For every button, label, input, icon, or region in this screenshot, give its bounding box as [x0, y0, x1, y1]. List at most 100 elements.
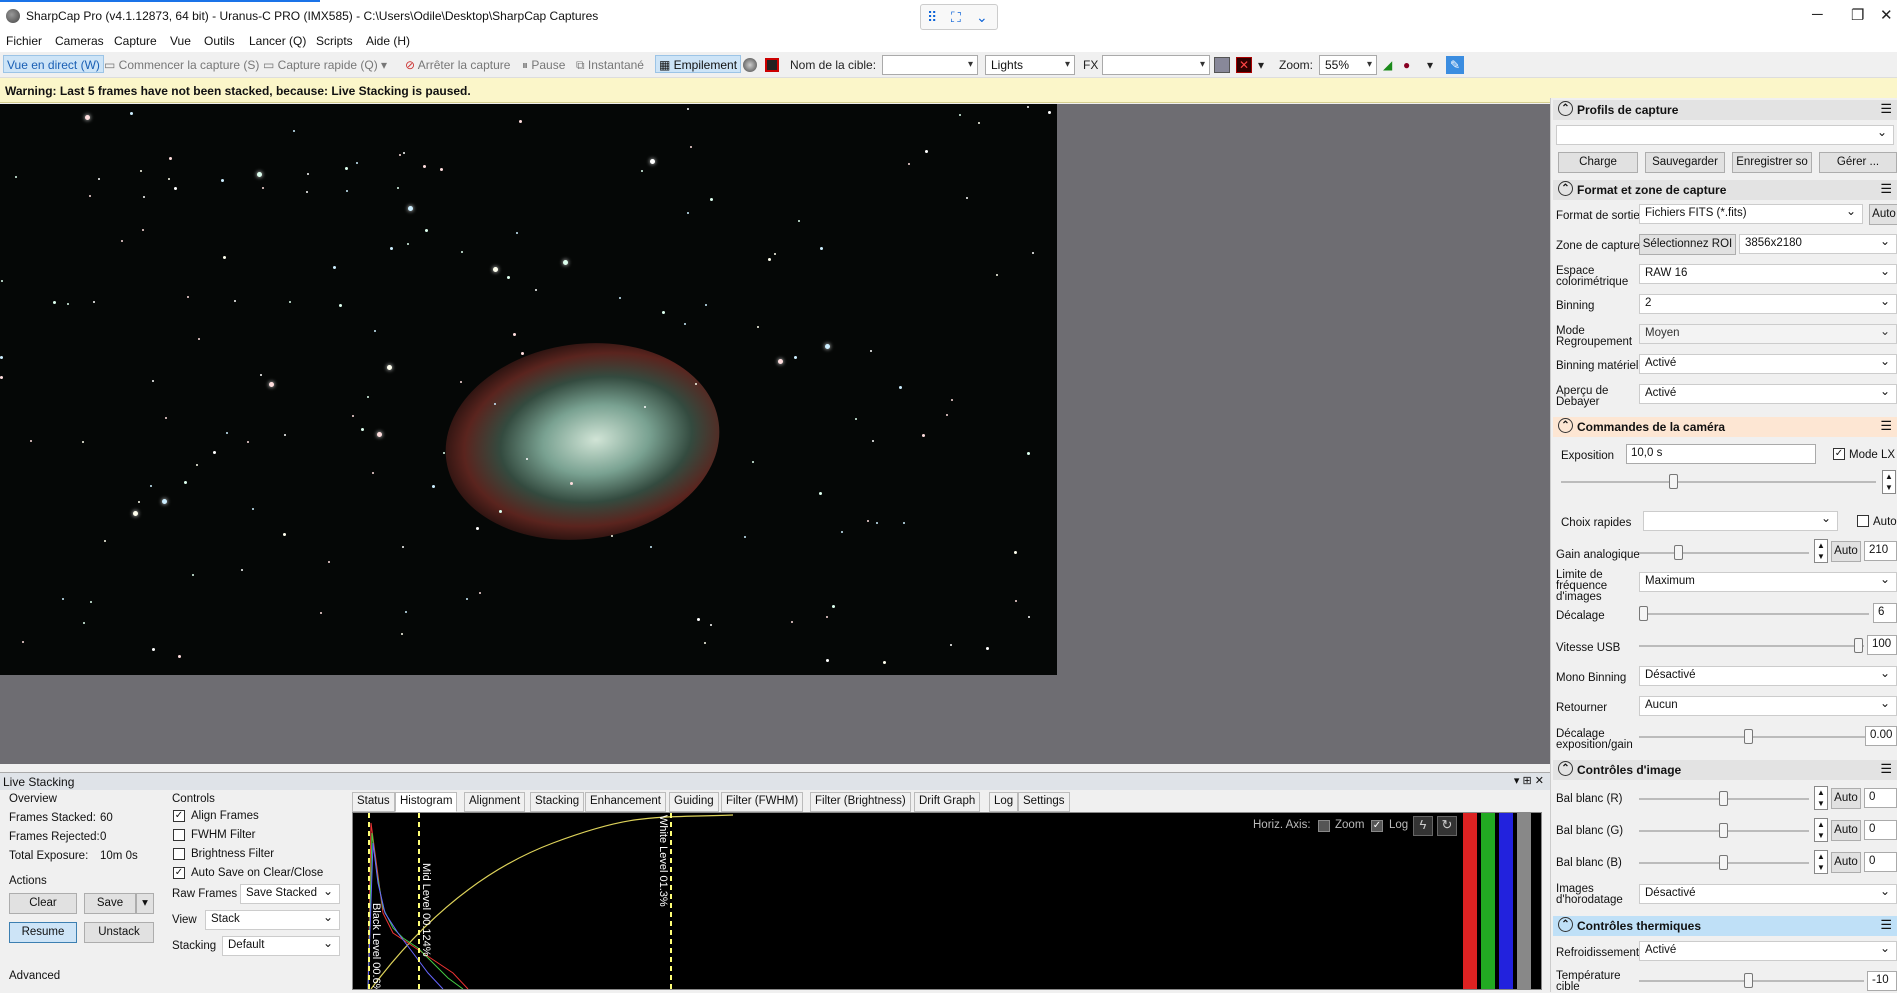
wb-red-value[interactable]: 0	[1864, 788, 1897, 808]
wb-blue-auto-button[interactable]: Auto	[1831, 852, 1861, 873]
quick-auto-checkbox[interactable]	[1857, 515, 1869, 527]
red-indicator-icon[interactable]	[765, 58, 779, 72]
menu-icon[interactable]: ☰	[1880, 761, 1892, 777]
log-checkbox[interactable]: ✓	[1371, 820, 1383, 832]
section-capture-profiles[interactable]: Profils de capture ☰	[1553, 100, 1897, 120]
tab-log[interactable]: Log	[989, 792, 1019, 812]
tab-enhancement[interactable]: Enhancement	[585, 792, 666, 812]
tab-status[interactable]: Status	[352, 792, 395, 812]
tab-guiding[interactable]: Guiding	[669, 792, 719, 812]
tab-settings[interactable]: Settings	[1018, 792, 1070, 812]
autosave-checkbox[interactable]: ✓	[173, 867, 185, 879]
pause-button[interactable]: ⏸ Pause	[522, 56, 565, 74]
cooling-select[interactable]: Activé	[1639, 941, 1897, 961]
manage-button[interactable]: Gérer ...	[1819, 152, 1897, 173]
menu-icon[interactable]: ☰	[1880, 418, 1892, 434]
target-temperature-value[interactable]: -10	[1867, 971, 1897, 991]
fullscreen-icon[interactable]: ⛶	[951, 9, 961, 26]
menu-outils[interactable]: Outils	[204, 34, 235, 48]
histogram-icon[interactable]: ◢	[1383, 56, 1392, 74]
binning-select[interactable]: 2	[1639, 294, 1897, 314]
align-frames-checkbox[interactable]: ✓	[173, 810, 185, 822]
magnifier-icon[interactable]: ●	[1403, 56, 1410, 74]
flip-select[interactable]: Aucun	[1639, 696, 1897, 716]
hardware-binning-select[interactable]: Activé	[1639, 354, 1897, 374]
timestamp-select[interactable]: Désactivé	[1639, 884, 1897, 904]
advanced-toggle[interactable]: Advanced	[9, 970, 60, 982]
exposure-slider-thumb[interactable]	[1669, 474, 1678, 489]
wb-green-auto-button[interactable]: Auto	[1831, 820, 1861, 841]
menu-cameras[interactable]: Cameras	[55, 34, 104, 48]
stop-capture-button[interactable]: ⊘ Arrêter la capture	[405, 56, 510, 74]
view-select[interactable]: Stack	[205, 910, 340, 930]
section-image-controls[interactable]: Contrôles d'image ☰	[1553, 760, 1897, 780]
gain-auto-button[interactable]: Auto	[1831, 541, 1861, 562]
clear-button[interactable]: Clear	[9, 893, 77, 914]
pin-icon[interactable]: ✎	[1446, 56, 1464, 74]
chevron-down-icon[interactable]: ⌄	[976, 9, 988, 26]
tab-stacking[interactable]: Stacking	[530, 792, 585, 812]
save-as-button[interactable]: Enregistrer so	[1732, 152, 1812, 173]
menu-icon[interactable]: ☰	[1880, 101, 1892, 117]
zoom-select[interactable]: 55%	[1319, 55, 1377, 75]
exposure-slider-track[interactable]	[1561, 481, 1876, 483]
histogram-view[interactable]: Black Level 00.6% Mid Level 00.124% Whit…	[352, 812, 1542, 990]
menu-aide[interactable]: Aide (H)	[366, 34, 410, 48]
capture-profile-select[interactable]	[1556, 125, 1894, 145]
output-format-auto-button[interactable]: Auto	[1869, 204, 1897, 225]
live-view-button[interactable]: Vue en direct (W)	[3, 55, 104, 73]
temperature-slider-thumb[interactable]	[1744, 973, 1753, 988]
charge-button[interactable]: Charge	[1558, 152, 1638, 173]
tab-alignment[interactable]: Alignment	[464, 792, 526, 812]
grip-icon[interactable]: ⠿	[927, 9, 937, 26]
green-level-slider[interactable]	[1481, 813, 1495, 989]
exposure-spinner[interactable]: ▲ ▼	[1882, 470, 1896, 494]
snapshot-button[interactable]: ⧉ Instantané	[576, 56, 644, 74]
menu-scripts[interactable]: Scripts	[316, 34, 353, 48]
raw-frames-select[interactable]: Save Stacked	[240, 884, 340, 904]
exposure-gain-value[interactable]: 0.00	[1865, 726, 1897, 746]
resolution-select[interactable]: 3856x2180	[1739, 234, 1897, 254]
frame-type-select[interactable]: Lights	[985, 55, 1075, 75]
wb-red-auto-button[interactable]: Auto	[1831, 788, 1861, 809]
section-camera-controls[interactable]: Commandes de la caméra ☰	[1553, 417, 1897, 437]
gain-slider-track[interactable]	[1639, 552, 1809, 554]
gain-spinner[interactable]: ▲ ▼	[1814, 539, 1828, 563]
start-capture-button[interactable]: ▭ Commencer la capture (S)	[104, 56, 259, 74]
menu-fichier[interactable]: Fichier	[6, 34, 42, 48]
wb-green-spinner[interactable]: ▲ ▼	[1814, 818, 1828, 842]
panel-controls-icon[interactable]: ▾ ⊞ ✕	[1514, 774, 1544, 787]
menu-icon[interactable]: ☰	[1880, 917, 1892, 933]
exposure-gain-slider-thumb[interactable]	[1744, 729, 1753, 744]
floating-toolbar[interactable]: ⠿ ⛶ ⌄	[920, 4, 998, 30]
wb-green-slider-thumb[interactable]	[1719, 823, 1728, 838]
save-button[interactable]: Save	[84, 893, 136, 914]
wb-red-spinner[interactable]: ▲ ▼	[1814, 786, 1828, 810]
wb-green-value[interactable]: 0	[1864, 820, 1897, 840]
wb-blue-spinner[interactable]: ▲ ▼	[1814, 850, 1828, 874]
tab-drift-graph[interactable]: Drift Graph	[914, 792, 981, 812]
resume-button[interactable]: Resume	[9, 922, 77, 943]
unstack-button[interactable]: Unstack	[84, 922, 154, 943]
select-roi-button[interactable]: Sélectionnez ROI	[1639, 234, 1736, 255]
offset-value[interactable]: 6	[1873, 603, 1897, 623]
crosshair-dropdown-icon[interactable]: ▾	[1258, 56, 1264, 74]
close-button[interactable]: ✕	[1880, 6, 1893, 24]
tab-filter-fwhm[interactable]: Filter (FWHM)	[721, 792, 804, 812]
usb-slider-track[interactable]	[1639, 645, 1864, 647]
menu-lancer[interactable]: Lancer (Q)	[249, 34, 306, 48]
wb-blue-value[interactable]: 0	[1864, 852, 1897, 872]
magnifier-dropdown-icon[interactable]: ▾	[1427, 56, 1433, 74]
debayer-preview-select[interactable]: Activé	[1639, 384, 1897, 404]
target-icon[interactable]	[743, 58, 757, 72]
stacking-mode-select[interactable]: Default	[222, 936, 340, 956]
maximize-button[interactable]: ❐	[1851, 6, 1864, 24]
crosshair-icon[interactable]: ✕	[1236, 57, 1252, 73]
offset-slider-thumb[interactable]	[1639, 606, 1648, 621]
gain-slider-thumb[interactable]	[1674, 545, 1683, 560]
tab-histogram[interactable]: Histogram	[395, 792, 458, 812]
red-level-slider[interactable]	[1463, 813, 1477, 989]
reset-icon[interactable]: ↻	[1437, 816, 1457, 836]
minimize-button[interactable]: ─	[1812, 6, 1823, 23]
fwhm-filter-checkbox[interactable]	[173, 829, 185, 841]
